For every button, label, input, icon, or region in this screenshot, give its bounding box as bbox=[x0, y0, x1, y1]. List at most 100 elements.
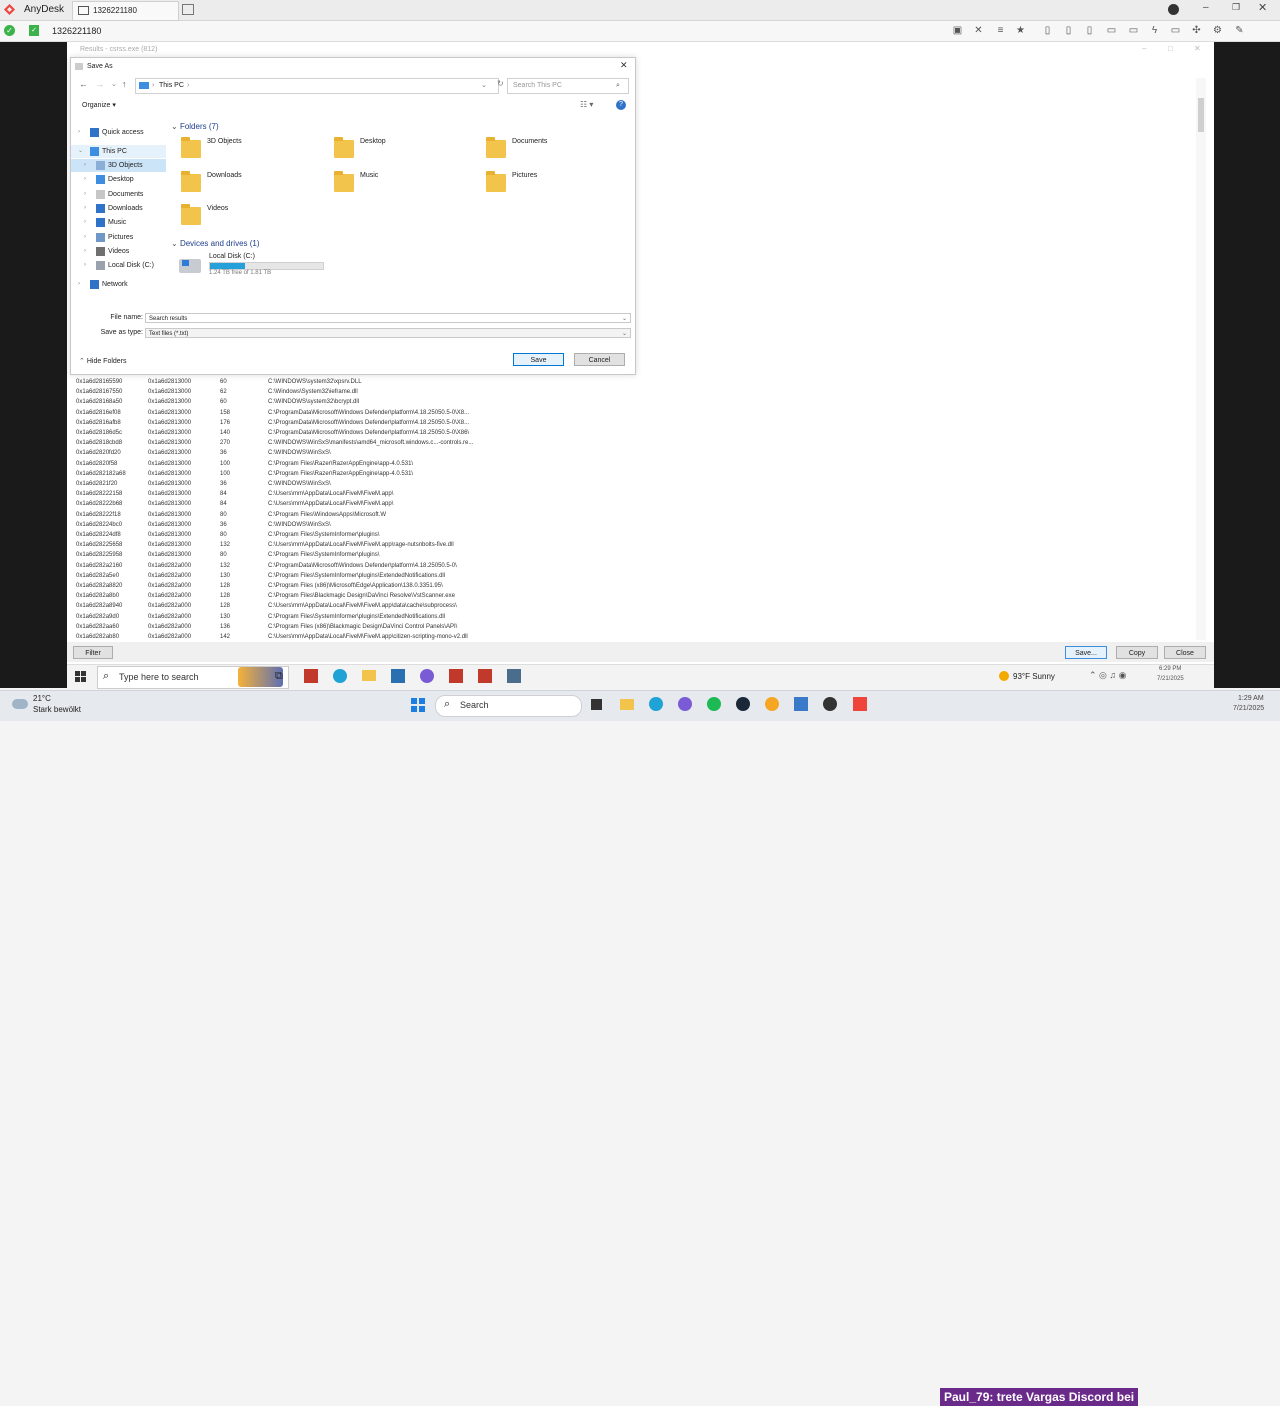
taskbar-app-icon[interactable] bbox=[765, 697, 779, 711]
taskbar-app-icon[interactable] bbox=[794, 697, 808, 711]
chevron-right-icon[interactable]: › bbox=[84, 188, 86, 201]
nav-item-network[interactable]: › Network bbox=[71, 278, 166, 291]
maximize-icon[interactable]: ❐ bbox=[1232, 2, 1240, 13]
results-maximize-icon[interactable]: □ bbox=[1168, 44, 1173, 53]
discord-icon[interactable] bbox=[678, 697, 692, 711]
recent-chevron-icon[interactable]: ⌄ bbox=[111, 80, 117, 88]
file-explorer-icon[interactable] bbox=[620, 699, 634, 710]
filter-button[interactable]: Filter bbox=[73, 646, 113, 659]
lightning-icon[interactable]: ϟ bbox=[1149, 25, 1160, 36]
taskbar-app-icon[interactable] bbox=[823, 697, 837, 711]
forward-arrow-icon[interactable]: → bbox=[95, 79, 104, 89]
results-close-icon[interactable]: ✕ bbox=[1194, 44, 1201, 53]
dialog-close-icon[interactable]: ✕ bbox=[620, 60, 628, 71]
spotify-icon[interactable] bbox=[707, 697, 721, 711]
chevron-down-icon[interactable]: ⌄ bbox=[622, 314, 627, 324]
task-view-icon[interactable]: ⧉ bbox=[275, 670, 283, 683]
nav-item-pictures[interactable]: › Pictures bbox=[71, 231, 166, 244]
nav-item-downloads[interactable]: › Downloads bbox=[71, 202, 166, 215]
taskbar-app-icon[interactable] bbox=[449, 669, 463, 683]
chevron-right-icon[interactable]: › bbox=[84, 216, 86, 229]
results-close-button[interactable]: Close bbox=[1164, 646, 1206, 659]
account-icon[interactable] bbox=[1168, 4, 1179, 15]
windows-start-icon[interactable] bbox=[75, 671, 86, 682]
save-button[interactable]: Save bbox=[513, 353, 564, 366]
help-icon[interactable]: ? bbox=[616, 100, 626, 110]
system-informer-icon[interactable] bbox=[507, 669, 521, 683]
security-shield-icon[interactable]: ✓ bbox=[29, 25, 39, 36]
chevron-right-icon[interactable]: › bbox=[84, 173, 86, 186]
favorite-star-icon[interactable]: ★ bbox=[1015, 25, 1026, 36]
chevron-right-icon[interactable]: › bbox=[84, 159, 86, 172]
address-bar[interactable]: › This PC › ⌄ bbox=[135, 78, 499, 94]
folder-3d-objects[interactable]: 3D Objects bbox=[181, 136, 321, 164]
settings-icon[interactable]: ⚙ bbox=[1212, 25, 1223, 36]
save-type-select[interactable]: Text files (*.txt) ⌄ bbox=[145, 328, 631, 338]
chevron-right-icon[interactable]: › bbox=[84, 259, 86, 272]
nav-item-local-disk-c[interactable]: › Local Disk (C:) bbox=[71, 259, 166, 272]
chevron-right-icon[interactable]: › bbox=[84, 231, 86, 244]
scrollbar-thumb[interactable] bbox=[1198, 98, 1204, 132]
nav-item-documents[interactable]: › Documents bbox=[71, 188, 166, 201]
file-explorer-icon[interactable] bbox=[362, 670, 376, 681]
chevron-right-icon[interactable]: › bbox=[78, 278, 80, 291]
nav-item-music[interactable]: › Music bbox=[71, 216, 166, 229]
nav-item-this-pc[interactable]: ⌄ This PC bbox=[71, 145, 166, 158]
copy-button[interactable]: Copy bbox=[1116, 646, 1158, 659]
folders-group-header[interactable]: ⌄ Folders (7) bbox=[171, 122, 219, 131]
taskbar-app-icon[interactable] bbox=[304, 669, 318, 683]
nav-item-quick-access[interactable]: › Quick access bbox=[71, 126, 166, 139]
edge-icon[interactable] bbox=[649, 697, 663, 711]
actions-icon[interactable]: ▯ bbox=[1042, 25, 1053, 36]
task-view-icon[interactable] bbox=[591, 699, 602, 710]
results-minimize-icon[interactable]: – bbox=[1142, 44, 1146, 53]
drives-group-header[interactable]: ⌄ Devices and drives (1) bbox=[171, 239, 260, 248]
nav-item-videos[interactable]: › Videos bbox=[71, 245, 166, 258]
steam-icon[interactable] bbox=[736, 697, 750, 711]
folder-music[interactable]: Music bbox=[334, 170, 474, 198]
organize-menu[interactable]: Organize ▾ bbox=[82, 101, 116, 109]
close-icon[interactable]: ✕ bbox=[1258, 1, 1267, 14]
files-icon[interactable]: ≡ bbox=[995, 25, 1006, 36]
display-icon[interactable]: ▯ bbox=[1063, 25, 1074, 36]
folder-documents[interactable]: Documents bbox=[486, 136, 626, 164]
new-tab-icon[interactable] bbox=[182, 4, 194, 15]
refresh-icon[interactable]: ↻ bbox=[497, 79, 504, 88]
chevron-right-icon[interactable]: › bbox=[84, 245, 86, 258]
chevron-right-icon[interactable]: › bbox=[78, 126, 80, 139]
minimize-icon[interactable]: – bbox=[1203, 2, 1209, 13]
discord-icon[interactable] bbox=[420, 669, 434, 683]
up-arrow-icon[interactable]: ↑ bbox=[122, 79, 127, 89]
anydesk-taskbar-icon[interactable] bbox=[853, 697, 867, 711]
windows-start-icon[interactable] bbox=[411, 698, 425, 712]
local-disk-item[interactable]: Local Disk (C:) 1.24 TB free of 1.81 TB bbox=[179, 253, 329, 281]
record-icon[interactable]: ▭ bbox=[1128, 25, 1139, 36]
chevron-down-icon[interactable]: ⌄ bbox=[78, 145, 83, 158]
search-this-pc-input[interactable]: Search This PC ⌕ bbox=[507, 78, 629, 94]
chevron-right-icon[interactable]: › bbox=[84, 202, 86, 215]
file-name-input[interactable]: Search results ⌄ bbox=[145, 313, 631, 323]
layout-icon[interactable]: ▯ bbox=[1084, 25, 1095, 36]
taskbar-app-icon[interactable] bbox=[391, 669, 405, 683]
taskbar-app-icon[interactable] bbox=[478, 669, 492, 683]
folder-videos[interactable]: Videos bbox=[181, 203, 321, 231]
nav-item-desktop[interactable]: › Desktop bbox=[71, 173, 166, 186]
folder-pictures[interactable]: Pictures bbox=[486, 170, 626, 198]
local-search-box[interactable]: ⌕ Search bbox=[435, 695, 582, 717]
hide-folders-toggle[interactable]: ⌃ Hide Folders bbox=[79, 357, 127, 365]
address-dropdown-icon[interactable]: ⌄ bbox=[481, 79, 487, 93]
monitor-switch-icon[interactable]: ▣ bbox=[952, 25, 963, 36]
whiteboard-icon[interactable]: ▭ bbox=[1106, 25, 1117, 36]
tray-icons[interactable]: ⌃ ◎ ♫ ◉ bbox=[1089, 670, 1127, 681]
pen-icon[interactable]: ✎ bbox=[1234, 25, 1245, 36]
folder-downloads[interactable]: Downloads bbox=[181, 170, 321, 198]
nav-item-3d-objects[interactable]: › 3D Objects bbox=[71, 159, 166, 172]
address-breadcrumb[interactable]: This PC bbox=[159, 79, 184, 93]
chat-icon[interactable]: ▭ bbox=[1170, 25, 1181, 36]
keyboard-icon[interactable]: ✣ bbox=[1191, 25, 1202, 36]
edge-icon[interactable] bbox=[333, 669, 347, 683]
chevron-down-icon[interactable]: ⌄ bbox=[622, 329, 627, 339]
folder-desktop[interactable]: Desktop bbox=[334, 136, 474, 164]
results-scrollbar[interactable] bbox=[1196, 78, 1206, 640]
session-tab[interactable]: 1326221180 bbox=[72, 1, 179, 21]
